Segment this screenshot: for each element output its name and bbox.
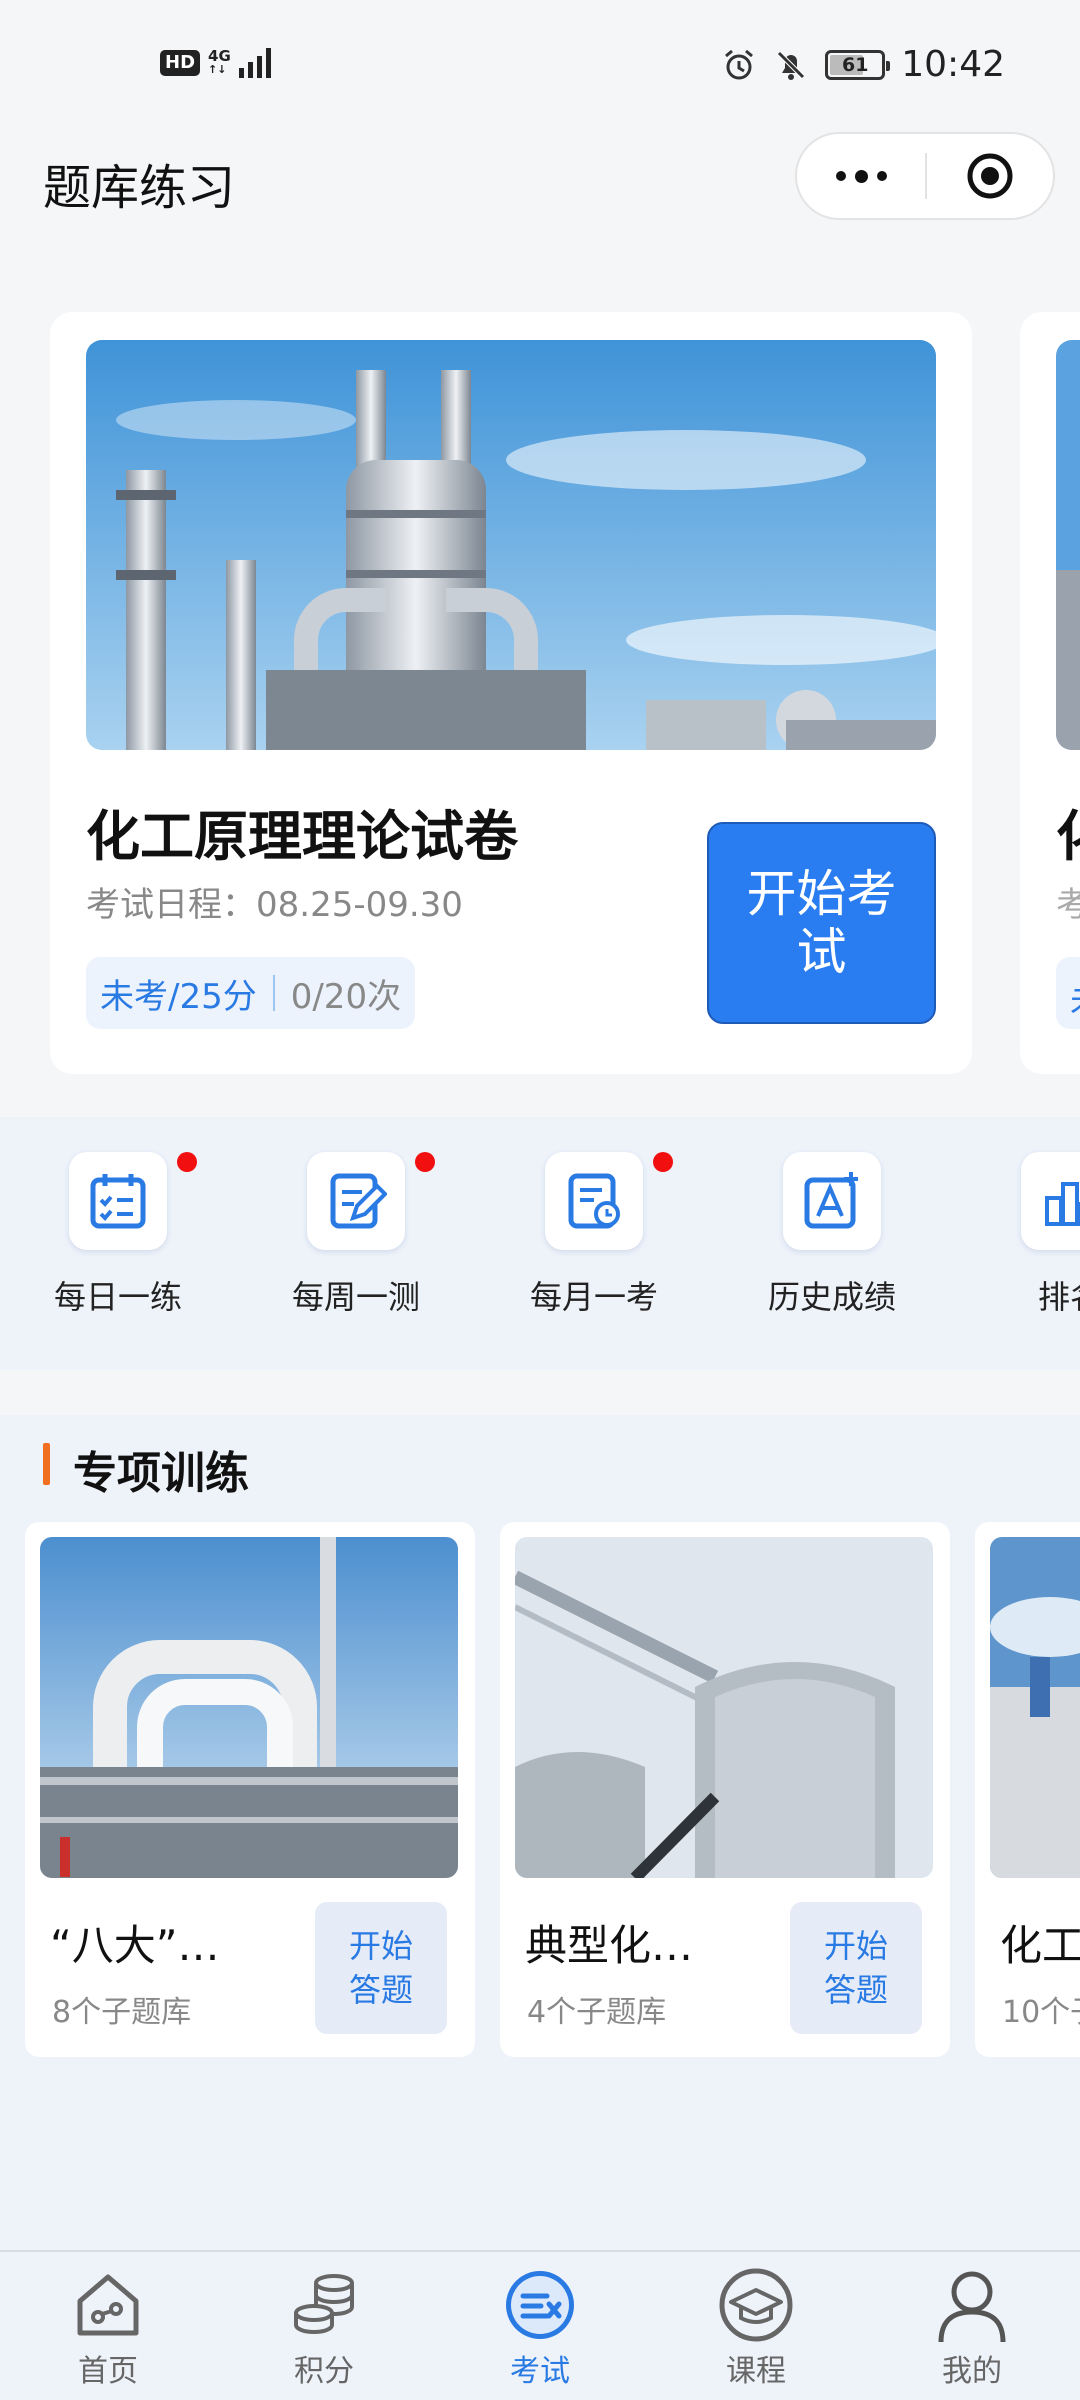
profile-icon xyxy=(933,2266,1011,2344)
daily-calendar-icon xyxy=(69,1152,197,1250)
tab-course[interactable]: 课程 xyxy=(648,2252,864,2400)
signal-icon xyxy=(238,48,271,78)
new-dot xyxy=(177,1152,197,1172)
alarm-icon xyxy=(721,47,757,83)
mute-bell-icon xyxy=(773,47,809,83)
status-left: HD 4G ↑↓ xyxy=(160,48,271,78)
clock: 10:42 xyxy=(901,44,1005,85)
exam-icon xyxy=(501,2266,579,2344)
silo-image xyxy=(515,1537,933,1878)
weekly-edit-icon xyxy=(307,1152,435,1250)
new-dot xyxy=(653,1152,673,1172)
exam-card[interactable]: 化工原理理论试卷 考试日程：08.25-09.30 未考/25分 0/20次 开… xyxy=(50,312,972,1074)
network-arrows: ↑↓ xyxy=(208,63,227,76)
battery-indicator: 61 xyxy=(825,49,891,80)
quick-entry-ranking[interactable]: 排名 xyxy=(980,1152,1080,1318)
training-name: 典型化… xyxy=(525,1921,694,1970)
tab-points[interactable]: 积分 xyxy=(216,2252,432,2400)
next-exam-date: 考 xyxy=(1056,885,1080,925)
hd-badge: HD xyxy=(160,50,201,76)
training-card[interactable]: 化工 10个子题库 xyxy=(975,1522,1080,2057)
refinery-banner-image xyxy=(86,340,936,750)
exam-status: 未考/25分 xyxy=(100,976,257,1017)
pipeline-image xyxy=(40,1537,458,1878)
training-card[interactable]: “八大”… 8个子题库 开始答题 xyxy=(25,1522,475,2057)
status-bar: HD 4G ↑↓ 61 10:42 xyxy=(0,0,1080,135)
network-type: 4G xyxy=(208,47,231,65)
next-exam-tag: 未 xyxy=(1056,957,1080,1029)
quick-entry-label: 每周一测 xyxy=(291,1278,420,1316)
exam-date: 考试日程：08.25-09.30 xyxy=(86,885,463,925)
ranking-icon xyxy=(1021,1152,1080,1250)
exam-title: 化工原理理论试卷 xyxy=(86,805,518,868)
start-exam-button[interactable]: 开始考试 xyxy=(707,822,936,1024)
network-indicator: 4G ↑↓ xyxy=(208,49,231,77)
tab-label: 积分 xyxy=(294,2354,354,2389)
start-answer-button[interactable]: 开始答题 xyxy=(315,1902,447,2034)
plant-image xyxy=(990,1537,1080,1878)
more-dots-icon[interactable] xyxy=(797,134,925,218)
training-name: 化工 xyxy=(1000,1921,1080,1970)
target-close-icon[interactable] xyxy=(927,134,1053,218)
quick-entry-daily[interactable]: 每日一练 xyxy=(28,1152,208,1318)
tab-label: 课程 xyxy=(726,2354,786,2389)
history-score-icon xyxy=(783,1152,881,1250)
quick-entry-label: 每月一考 xyxy=(529,1278,658,1316)
monthly-exam-icon xyxy=(545,1152,673,1250)
next-banner-image xyxy=(1056,340,1080,750)
next-exam-title: 化 xyxy=(1056,792,1080,871)
training-subcount: 4个子题库 xyxy=(527,1995,667,2030)
special-training-section: 专项训练 “八大”… 8个子题库 开始答题 典型化… 4个子题库 开始答题 化工… xyxy=(0,1415,1080,2250)
quick-entry-label: 每日一练 xyxy=(53,1278,182,1316)
training-subcount: 10个子题库 xyxy=(1002,1995,1080,2030)
tab-label: 我的 xyxy=(942,2354,1002,2389)
exam-card-next[interactable]: 化 考 未 xyxy=(1020,312,1080,1074)
tag-divider xyxy=(272,975,275,1011)
section-title: 专项训练 xyxy=(73,1448,249,1499)
exam-status-tag: 未考/25分 0/20次 xyxy=(86,957,416,1029)
course-cap-icon xyxy=(717,2266,795,2344)
new-dot xyxy=(415,1152,435,1172)
start-answer-button[interactable]: 开始答题 xyxy=(790,1902,922,2034)
tab-label: 考试 xyxy=(510,2354,570,2389)
tab-exam[interactable]: 考试 xyxy=(432,2252,648,2400)
quick-entry-monthly[interactable]: 每月一考 xyxy=(504,1152,684,1318)
tab-label: 首页 xyxy=(78,2354,138,2389)
status-right: 61 10:42 xyxy=(721,44,1005,85)
quick-entry-weekly[interactable]: 每周一测 xyxy=(266,1152,446,1318)
coins-icon xyxy=(285,2266,363,2344)
quick-entry-strip: 每日一练 每周一测 每月一考 历史成绩 排名 xyxy=(0,1117,1080,1370)
training-card[interactable]: 典型化… 4个子题库 开始答题 xyxy=(500,1522,950,2057)
section-accent-bar xyxy=(43,1443,50,1485)
training-name: “八大”… xyxy=(50,1921,220,1970)
exam-carousel[interactable]: 化工原理理论试卷 考试日程：08.25-09.30 未考/25分 0/20次 开… xyxy=(0,290,1080,1100)
quick-entry-label: 排名 xyxy=(1037,1278,1080,1316)
quick-entry-label: 历史成绩 xyxy=(767,1278,896,1316)
battery-level-text: 61 xyxy=(842,53,869,76)
tab-mine[interactable]: 我的 xyxy=(864,2252,1080,2400)
page-title: 题库练习 xyxy=(43,160,236,216)
bottom-tab-bar: 首页 积分 考试 课程 我的 xyxy=(0,2250,1080,2400)
training-subcount: 8个子题库 xyxy=(52,1995,192,2030)
exam-attempts: 0/20次 xyxy=(290,976,402,1017)
mini-program-capsule xyxy=(795,132,1055,220)
home-icon xyxy=(69,2266,147,2344)
tab-home[interactable]: 首页 xyxy=(0,2252,216,2400)
quick-entry-history[interactable]: 历史成绩 xyxy=(742,1152,922,1318)
